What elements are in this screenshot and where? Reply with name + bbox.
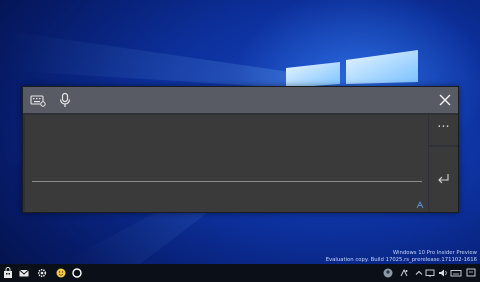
notification-area-clock[interactable] — [464, 266, 478, 280]
enter-button[interactable] — [429, 147, 458, 212]
handwriting-baseline — [32, 181, 422, 182]
build-watermark: Windows 10 Pro Insider Preview Evaluatio… — [326, 250, 477, 263]
handwriting-input-area[interactable] — [25, 115, 428, 212]
action-center-icon — [466, 268, 476, 277]
keyboard-icon[interactable] — [450, 267, 462, 279]
people-icon[interactable] — [398, 267, 410, 279]
mail-icon[interactable] — [18, 267, 30, 279]
emoji-icon[interactable] — [55, 267, 67, 279]
close-icon[interactable] — [437, 92, 453, 108]
cortana-circle-icon[interactable] — [71, 267, 83, 279]
enter-arrow-icon — [438, 174, 449, 184]
handwriting-language-icon — [416, 201, 424, 209]
microphone-icon[interactable] — [57, 92, 73, 108]
keyboard-title-bar[interactable] — [23, 87, 458, 113]
keyboard-settings-icon[interactable] — [30, 92, 46, 108]
settings-gear-icon[interactable] — [36, 267, 48, 279]
user-avatar-icon[interactable] — [382, 267, 394, 279]
watermark-edition: Windows 10 Pro Insider Preview — [392, 250, 477, 256]
taskbar — [0, 264, 480, 282]
watermark-build: Evaluation copy. Build 17025.rs_prerelea… — [325, 256, 477, 263]
more-options-button[interactable]: ··· — [429, 115, 458, 145]
network-icon[interactable] — [424, 267, 436, 279]
store-bag-icon[interactable] — [2, 267, 14, 279]
touch-keyboard-handwriting-panel[interactable]: ··· — [22, 86, 459, 213]
volume-icon[interactable] — [437, 267, 449, 279]
